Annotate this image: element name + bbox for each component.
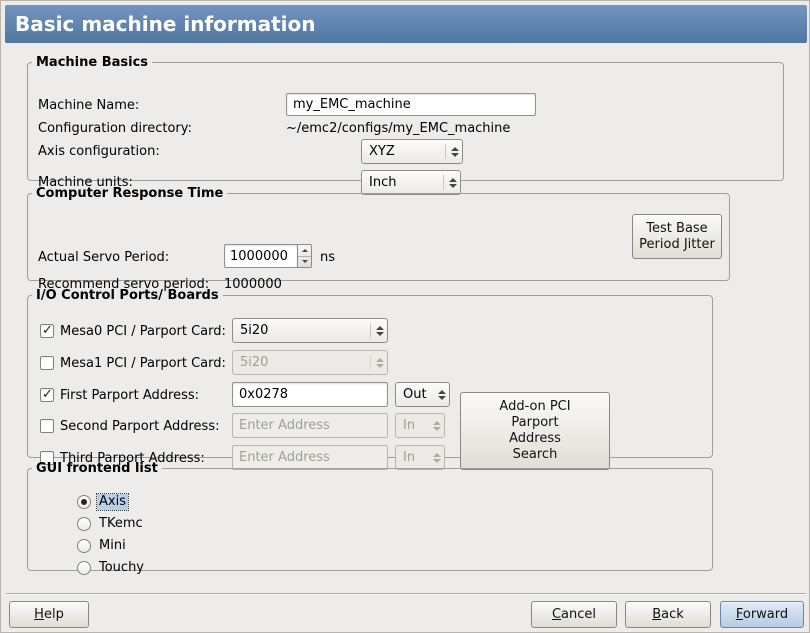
arrow-down-icon <box>302 260 308 263</box>
mesa0-checkbox[interactable] <box>40 324 54 338</box>
chevron-up-down-icon <box>438 390 446 400</box>
chevron-up-down-icon <box>433 421 441 431</box>
test-button-line2: Period Jitter <box>639 237 715 253</box>
addon-button-line3: Address <box>509 431 561 447</box>
first-parport-direction-combobox[interactable]: Out <box>395 382 450 407</box>
addon-button-line1: Add-on PCI <box>499 399 570 415</box>
cancel-button[interactable]: Cancel <box>531 601 617 628</box>
radio-icon <box>77 517 91 531</box>
gui-frontend-legend: GUI frontend list <box>32 461 162 476</box>
radio-option-mini[interactable]: Mini <box>77 537 128 555</box>
forward-button-label: orward <box>743 607 788 622</box>
radio-label-touchy: Touchy <box>97 560 146 576</box>
first-parport-checkbox[interactable] <box>40 388 54 402</box>
help-button-label: elp <box>44 607 64 622</box>
second-parport-direction-combobox: In <box>395 413 445 438</box>
basic-machine-information-window: Basic machine information Machine Basics… <box>0 0 810 633</box>
computer-response-time-group: Computer Response Time Test Base Period … <box>27 186 730 281</box>
test-button-line1: Test Base <box>646 221 707 237</box>
radio-option-tkemc[interactable]: TKemc <box>77 515 145 533</box>
first-parport-address-input[interactable] <box>232 382 388 407</box>
combo-separator <box>370 355 371 370</box>
back-button-label: ack <box>661 607 684 622</box>
mesa1-card-value: 5i20 <box>233 351 387 374</box>
machine-name-label: Machine Name: <box>38 98 139 113</box>
addon-pci-parport-search-button[interactable]: Add-on PCI Parport Address Search <box>460 392 610 470</box>
radio-icon <box>77 495 91 509</box>
second-parport-label: Second Parport Address: <box>60 419 219 434</box>
config-directory-value: ~/emc2/configs/my_EMC_machine <box>286 121 510 136</box>
servo-period-input[interactable] <box>224 244 297 268</box>
chevron-up-down-icon <box>376 326 384 336</box>
back-button-mnemonic: B <box>652 607 661 622</box>
servo-period-label: Actual Servo Period: <box>38 250 169 265</box>
mesa0-label: Mesa0 PCI / Parport Card: <box>60 324 226 339</box>
help-button-mnemonic: H <box>34 607 44 622</box>
help-button[interactable]: Help <box>9 601 89 628</box>
computer-response-time-legend: Computer Response Time <box>32 186 227 201</box>
radio-option-touchy[interactable]: Touchy <box>77 559 146 577</box>
servo-period-units: ns <box>320 250 335 265</box>
second-parport-address-input <box>232 413 388 438</box>
chevron-up-down-icon <box>451 147 459 157</box>
io-control-ports-group: I/O Control Ports/ Boards Mesa0 PCI / Pa… <box>27 288 713 458</box>
mesa1-checkbox[interactable] <box>40 356 54 370</box>
mesa1-card-combobox: 5i20 <box>232 350 388 375</box>
addon-button-line2: Parport <box>511 415 558 431</box>
machine-name-input[interactable] <box>286 93 536 116</box>
radio-label-mini: Mini <box>97 538 128 554</box>
first-parport-label: First Parport Address: <box>60 388 199 403</box>
axis-config-value: XYZ <box>362 140 462 163</box>
radio-label-tkemc: TKemc <box>97 516 145 532</box>
cancel-button-label: ancel <box>561 607 596 622</box>
cancel-button-mnemonic: C <box>552 607 561 622</box>
forward-button-mnemonic: F <box>736 607 743 622</box>
test-base-period-jitter-button[interactable]: Test Base Period Jitter <box>632 214 722 259</box>
mesa1-label: Mesa1 PCI / Parport Card: <box>60 356 226 371</box>
spin-up-button[interactable] <box>298 245 311 257</box>
combo-separator <box>370 323 371 338</box>
mesa0-card-value: 5i20 <box>233 319 387 342</box>
config-directory-label: Configuration directory: <box>38 121 192 136</box>
forward-button[interactable]: Forward <box>720 601 804 628</box>
radio-icon <box>77 539 91 553</box>
combo-separator <box>445 144 446 159</box>
axis-config-combobox[interactable]: XYZ <box>361 139 463 164</box>
radio-label-axis: Axis <box>97 494 128 510</box>
machine-basics-legend: Machine Basics <box>32 55 152 70</box>
servo-period-spinbox <box>224 244 312 268</box>
page-title: Basic machine information <box>5 5 807 43</box>
radio-option-axis[interactable]: Axis <box>77 493 128 511</box>
io-row-mesa0: Mesa0 PCI / Parport Card: 5i20 <box>28 318 712 344</box>
io-row-mesa1: Mesa1 PCI / Parport Card: 5i20 <box>28 350 712 376</box>
spin-down-button[interactable] <box>298 257 311 268</box>
mesa0-card-combobox[interactable]: 5i20 <box>232 318 388 343</box>
chevron-up-down-icon <box>376 358 384 368</box>
second-parport-checkbox[interactable] <box>40 419 54 433</box>
spin-steppers <box>297 244 312 268</box>
io-control-ports-legend: I/O Control Ports/ Boards <box>32 288 223 303</box>
back-button[interactable]: Back <box>625 601 711 628</box>
machine-basics-group: Machine Basics Machine Name: Configurati… <box>27 55 784 181</box>
separator <box>6 593 806 595</box>
axis-config-label: Axis configuration: <box>38 144 160 159</box>
arrow-up-icon <box>302 249 308 252</box>
radio-icon <box>77 561 91 575</box>
gui-frontend-group: GUI frontend list Axis TKemc Mini Touchy <box>27 461 713 571</box>
